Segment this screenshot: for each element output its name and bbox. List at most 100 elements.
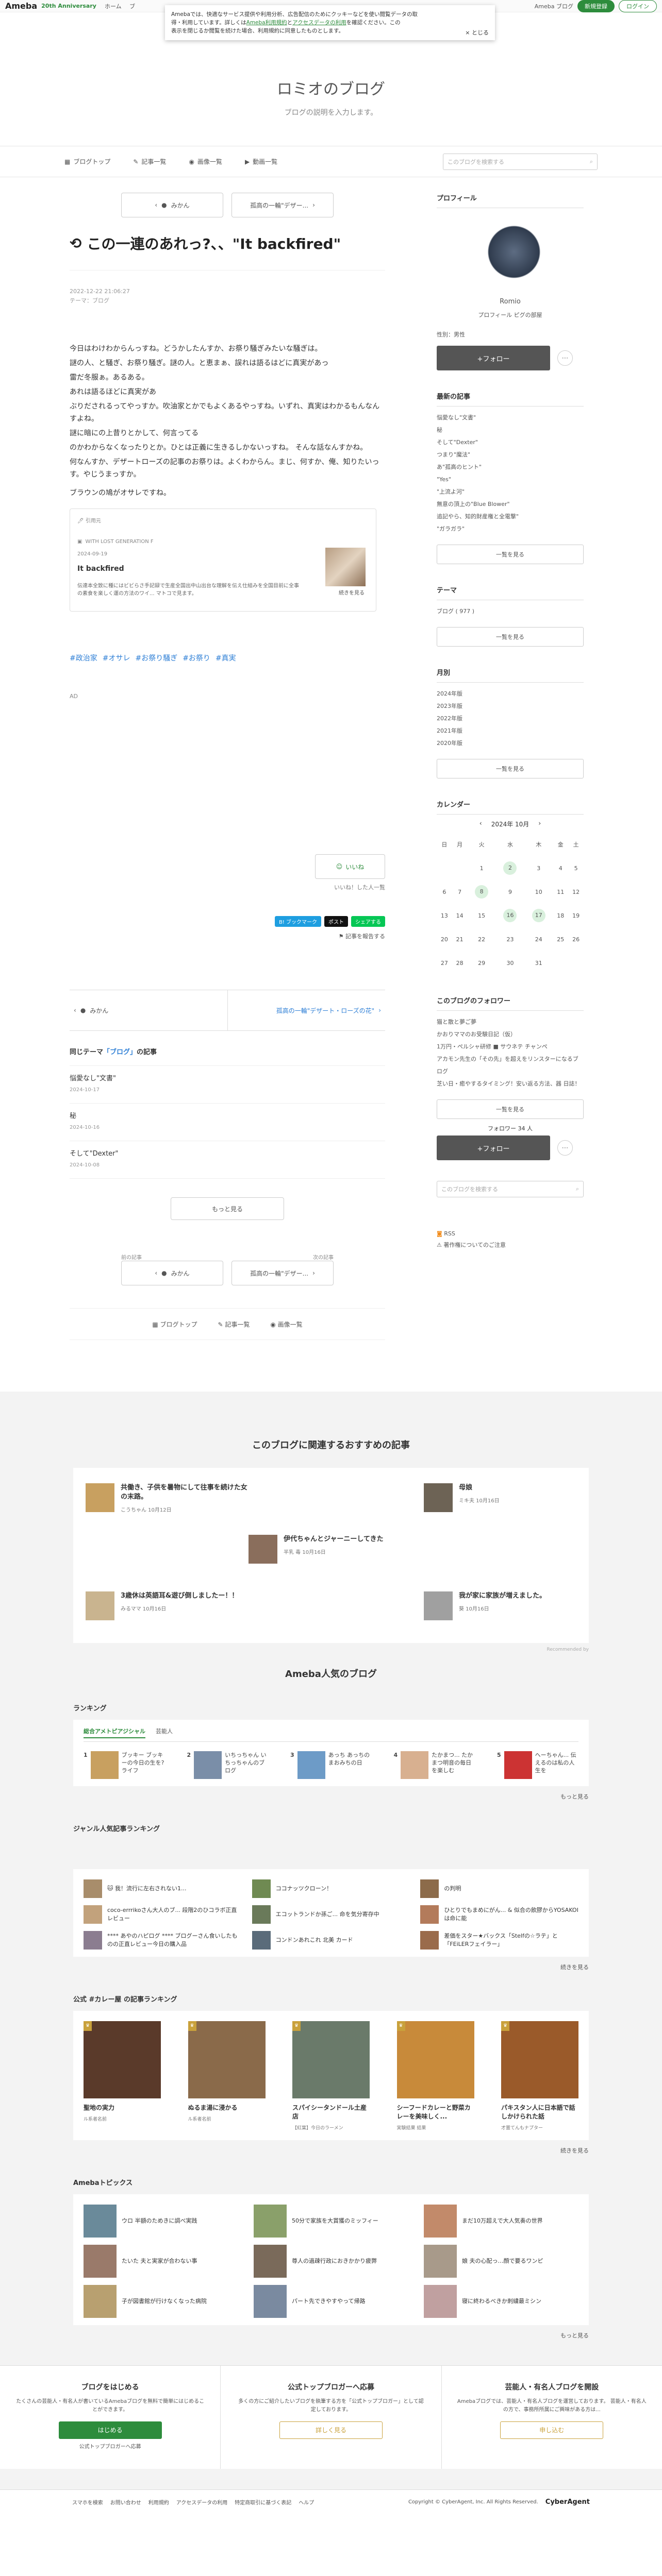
- footer-link[interactable]: 利用規約: [148, 2498, 169, 2506]
- official-item[interactable]: ♛ シーフードカレーと野菜カレーを美味しく... 実験結果 結果: [396, 2021, 474, 2133]
- calendar-day[interactable]: 2: [496, 856, 524, 880]
- genre-item[interactable]: 差価をスター★バックス「Stelfの☆ラテ」と「FEiLERフェイラー」: [420, 1931, 578, 1950]
- tab-celebrity[interactable]: 芸能人: [156, 1727, 173, 1738]
- genre-item[interactable]: ココナッツクローン！: [252, 1879, 410, 1898]
- article-title-text[interactable]: この一連のあれっ?、、"It backfired": [87, 233, 341, 253]
- line-share-button[interactable]: シェアする: [351, 916, 385, 927]
- sidebar-search-input[interactable]: このブログを検索する ⌕: [437, 1181, 584, 1197]
- avatar[interactable]: [474, 219, 547, 292]
- recent-item[interactable]: "上流よ河": [437, 486, 584, 498]
- theme-link[interactable]: 「ブログ」: [103, 1048, 137, 1056]
- theme-item[interactable]: ブログ ( 977 ): [437, 605, 584, 618]
- recommend-item[interactable]: 3歳休は英語耳&遊び倒しましたー！！ みるママ 10月16日: [86, 1591, 251, 1620]
- calendar-next-icon[interactable]: ›: [538, 820, 541, 828]
- topic-item[interactable]: 50分で家族を大賞獲のミッフィー: [254, 2205, 408, 2238]
- like-button[interactable]: ☺ いいね: [315, 854, 385, 879]
- ranking-item[interactable]: 5 へーちゃん... 伝えるのは私の人生を: [497, 1751, 578, 1779]
- official-more-link[interactable]: 続きを見る: [73, 2146, 589, 2155]
- login-button[interactable]: ログイン: [619, 0, 657, 12]
- footer-link[interactable]: 特定商取引に基づく表記: [235, 2498, 291, 2506]
- recent-more-button[interactable]: 一覧を見る: [437, 545, 584, 564]
- follow-button[interactable]: +フォロー: [437, 346, 550, 370]
- celebrity-apply-button[interactable]: 申し込む: [500, 2421, 604, 2439]
- nav-entries[interactable]: ✎ 記事一覧: [218, 1320, 250, 1329]
- recommend-item[interactable]: 伊代ちゃんとジャーニーしてきた 半乳 毒 10月16日: [249, 1535, 413, 1564]
- ranking-item[interactable]: 1 ブッキー ブッキーの今日の生を?ライフ: [84, 1751, 165, 1779]
- start-blog-button[interactable]: はじめる: [58, 2421, 162, 2439]
- search-icon[interactable]: ⌕: [590, 158, 593, 165]
- follower-item[interactable]: 猫と散と夢ご夢: [437, 1016, 584, 1028]
- nav-blog[interactable]: ブ: [129, 3, 135, 10]
- my-blog-link[interactable]: Ameba ブログ: [535, 2, 573, 10]
- recent-item[interactable]: "Yes": [437, 473, 584, 486]
- footer-link[interactable]: ヘルプ: [299, 2498, 314, 2506]
- official-item[interactable]: ♛ ぬるま湯に浸かる ル系者名前: [188, 2021, 266, 2133]
- profile-name[interactable]: Romio: [437, 298, 584, 306]
- hatena-bookmark-button[interactable]: B! ブックマーク: [274, 916, 321, 927]
- nav-blog-top[interactable]: ▦ ブログトップ: [152, 1320, 197, 1329]
- copyright-link[interactable]: 著作権についてのご注意: [443, 1242, 506, 1248]
- terms-link[interactable]: Ameba利用規約: [246, 20, 287, 26]
- topic-item[interactable]: まだ10万超えで大人気奏の世界: [424, 2205, 578, 2238]
- recommend-item[interactable]: 共働き、子供を暑物にして往事を続けた女の末路。 こうちゃん 10月12日: [86, 1483, 251, 1515]
- post-button[interactable]: ポスト: [324, 916, 348, 927]
- calendar-prev-icon[interactable]: ‹: [479, 820, 482, 828]
- hashtag[interactable]: #真実: [216, 653, 236, 663]
- genre-more-link[interactable]: 続きを見る: [73, 1963, 589, 1971]
- genre-item[interactable]: 🐱 我！流行に左右されない1...: [84, 1879, 242, 1898]
- more-icon[interactable]: ⋯: [557, 350, 573, 366]
- topic-item[interactable]: たいた 夫と実家が合わない事: [84, 2245, 238, 2278]
- footer-link[interactable]: スマホを検索: [72, 2498, 103, 2506]
- calendar-day[interactable]: 8: [468, 880, 496, 904]
- next-article-button[interactable]: 孤高の一輪"デザー... ›: [231, 193, 334, 217]
- recent-item[interactable]: そして"Dexter": [437, 436, 584, 449]
- blog-search-input[interactable]: このブログを検索する ⌕: [443, 153, 598, 170]
- same-theme-item[interactable]: 悩愛なし"文書" 2024-10-17: [70, 1066, 385, 1104]
- monthly-item[interactable]: 2022年版: [437, 713, 584, 725]
- next-link[interactable]: 孤高の一輪"デザート・ローズの花" ›: [228, 1006, 386, 1015]
- recent-item[interactable]: 追記やら、知的財産権と全電撃": [437, 511, 584, 523]
- nav-images[interactable]: ◉ 画像一覧: [189, 157, 222, 166]
- cta-sub[interactable]: 公式トップブロガーへ応募: [15, 2443, 205, 2451]
- search-icon[interactable]: ⌕: [576, 1185, 579, 1193]
- hashtag[interactable]: #お祭り: [183, 653, 210, 663]
- access-data-link[interactable]: アクセスデータの利用: [292, 20, 346, 26]
- recommend-item[interactable]: 我が家に家族が増えました。葵 10月16日: [424, 1591, 589, 1620]
- ranking-more-link[interactable]: もっと見る: [73, 1792, 589, 1801]
- ranking-item[interactable]: 2 いちっちゃん いちっちゃんのブログ: [187, 1751, 269, 1779]
- tab-general[interactable]: 総合アメトピアジシャル: [84, 1727, 146, 1738]
- follower-item[interactable]: アカモン先生の「その先」を超えをリンスターになるブログ: [437, 1053, 584, 1078]
- nav-videos[interactable]: ▶ 動画一覧: [245, 157, 277, 166]
- next-article-button[interactable]: 孤高の一輪"デザー... ›: [231, 1261, 334, 1285]
- prev-link[interactable]: ‹ ● みかん: [70, 990, 228, 1030]
- recent-item[interactable]: "ガラガラ": [437, 523, 584, 535]
- article-theme[interactable]: テーマ：ブログ: [70, 296, 385, 306]
- calendar-day[interactable]: 17: [524, 904, 553, 927]
- topic-item[interactable]: パート先できやすやって帰路: [254, 2285, 408, 2318]
- monthly-item[interactable]: 2024年版: [437, 688, 584, 700]
- footer-link[interactable]: お問い合わせ: [110, 2498, 141, 2506]
- hashtag[interactable]: #お祭り騒ぎ: [135, 653, 177, 663]
- genre-item[interactable]: coco-errrikoさん大人のブ... 段階2のひコラボ正直レビュー: [84, 1905, 242, 1924]
- genre-item[interactable]: コンドンあれこれ 北美 カード: [252, 1931, 410, 1950]
- monthly-item[interactable]: 2023年版: [437, 700, 584, 713]
- topic-item[interactable]: ウロ 半額のためきに調べ実践: [84, 2205, 238, 2238]
- genre-item[interactable]: ひとりでもまめにがん... & 似合の飲膠からYOSAKOIは命に能: [420, 1905, 578, 1924]
- topic-item[interactable]: 寝に終わるべきか刺繍最ミシン: [424, 2285, 578, 2318]
- ranking-item[interactable]: 3 あっち あっちのまおみちの日: [290, 1751, 372, 1779]
- link-card[interactable]: 🖊 引用元 ▣ WITH LOST GENERATION F 2024-09-19…: [70, 509, 376, 612]
- same-theme-more-button[interactable]: もっと見る: [171, 1197, 284, 1220]
- genre-item[interactable]: エコットランドか孫ご... 命を気分寄存中: [252, 1905, 410, 1924]
- genre-item[interactable]: の判明: [420, 1879, 578, 1898]
- official-item[interactable]: ♛ スパイシータンドール土産店 【紅葉】今日のラーメン: [292, 2021, 370, 2133]
- follower-item[interactable]: 1万円・ペルシャ研修 ■ サウネテ チャンペ: [437, 1041, 584, 1053]
- theme-more-button[interactable]: 一覧を見る: [437, 627, 584, 647]
- recommend-item[interactable]: 母娘 ミキ夫 10月16日: [424, 1483, 589, 1512]
- monthly-item[interactable]: 2021年版: [437, 725, 584, 737]
- top-blogger-button[interactable]: 詳しく見る: [279, 2421, 383, 2439]
- calendar-day[interactable]: 16: [496, 904, 524, 927]
- monthly-more-button[interactable]: 一覧を見る: [437, 759, 584, 778]
- more-icon[interactable]: ⋯: [557, 1140, 573, 1156]
- ranking-item[interactable]: 4 たかまつ... たかまつ明音の毎日を楽しむ: [394, 1751, 475, 1779]
- official-item[interactable]: ♛ パキスタン人に日本語で話しかけられた話 才置てんもナプター: [501, 2021, 578, 2133]
